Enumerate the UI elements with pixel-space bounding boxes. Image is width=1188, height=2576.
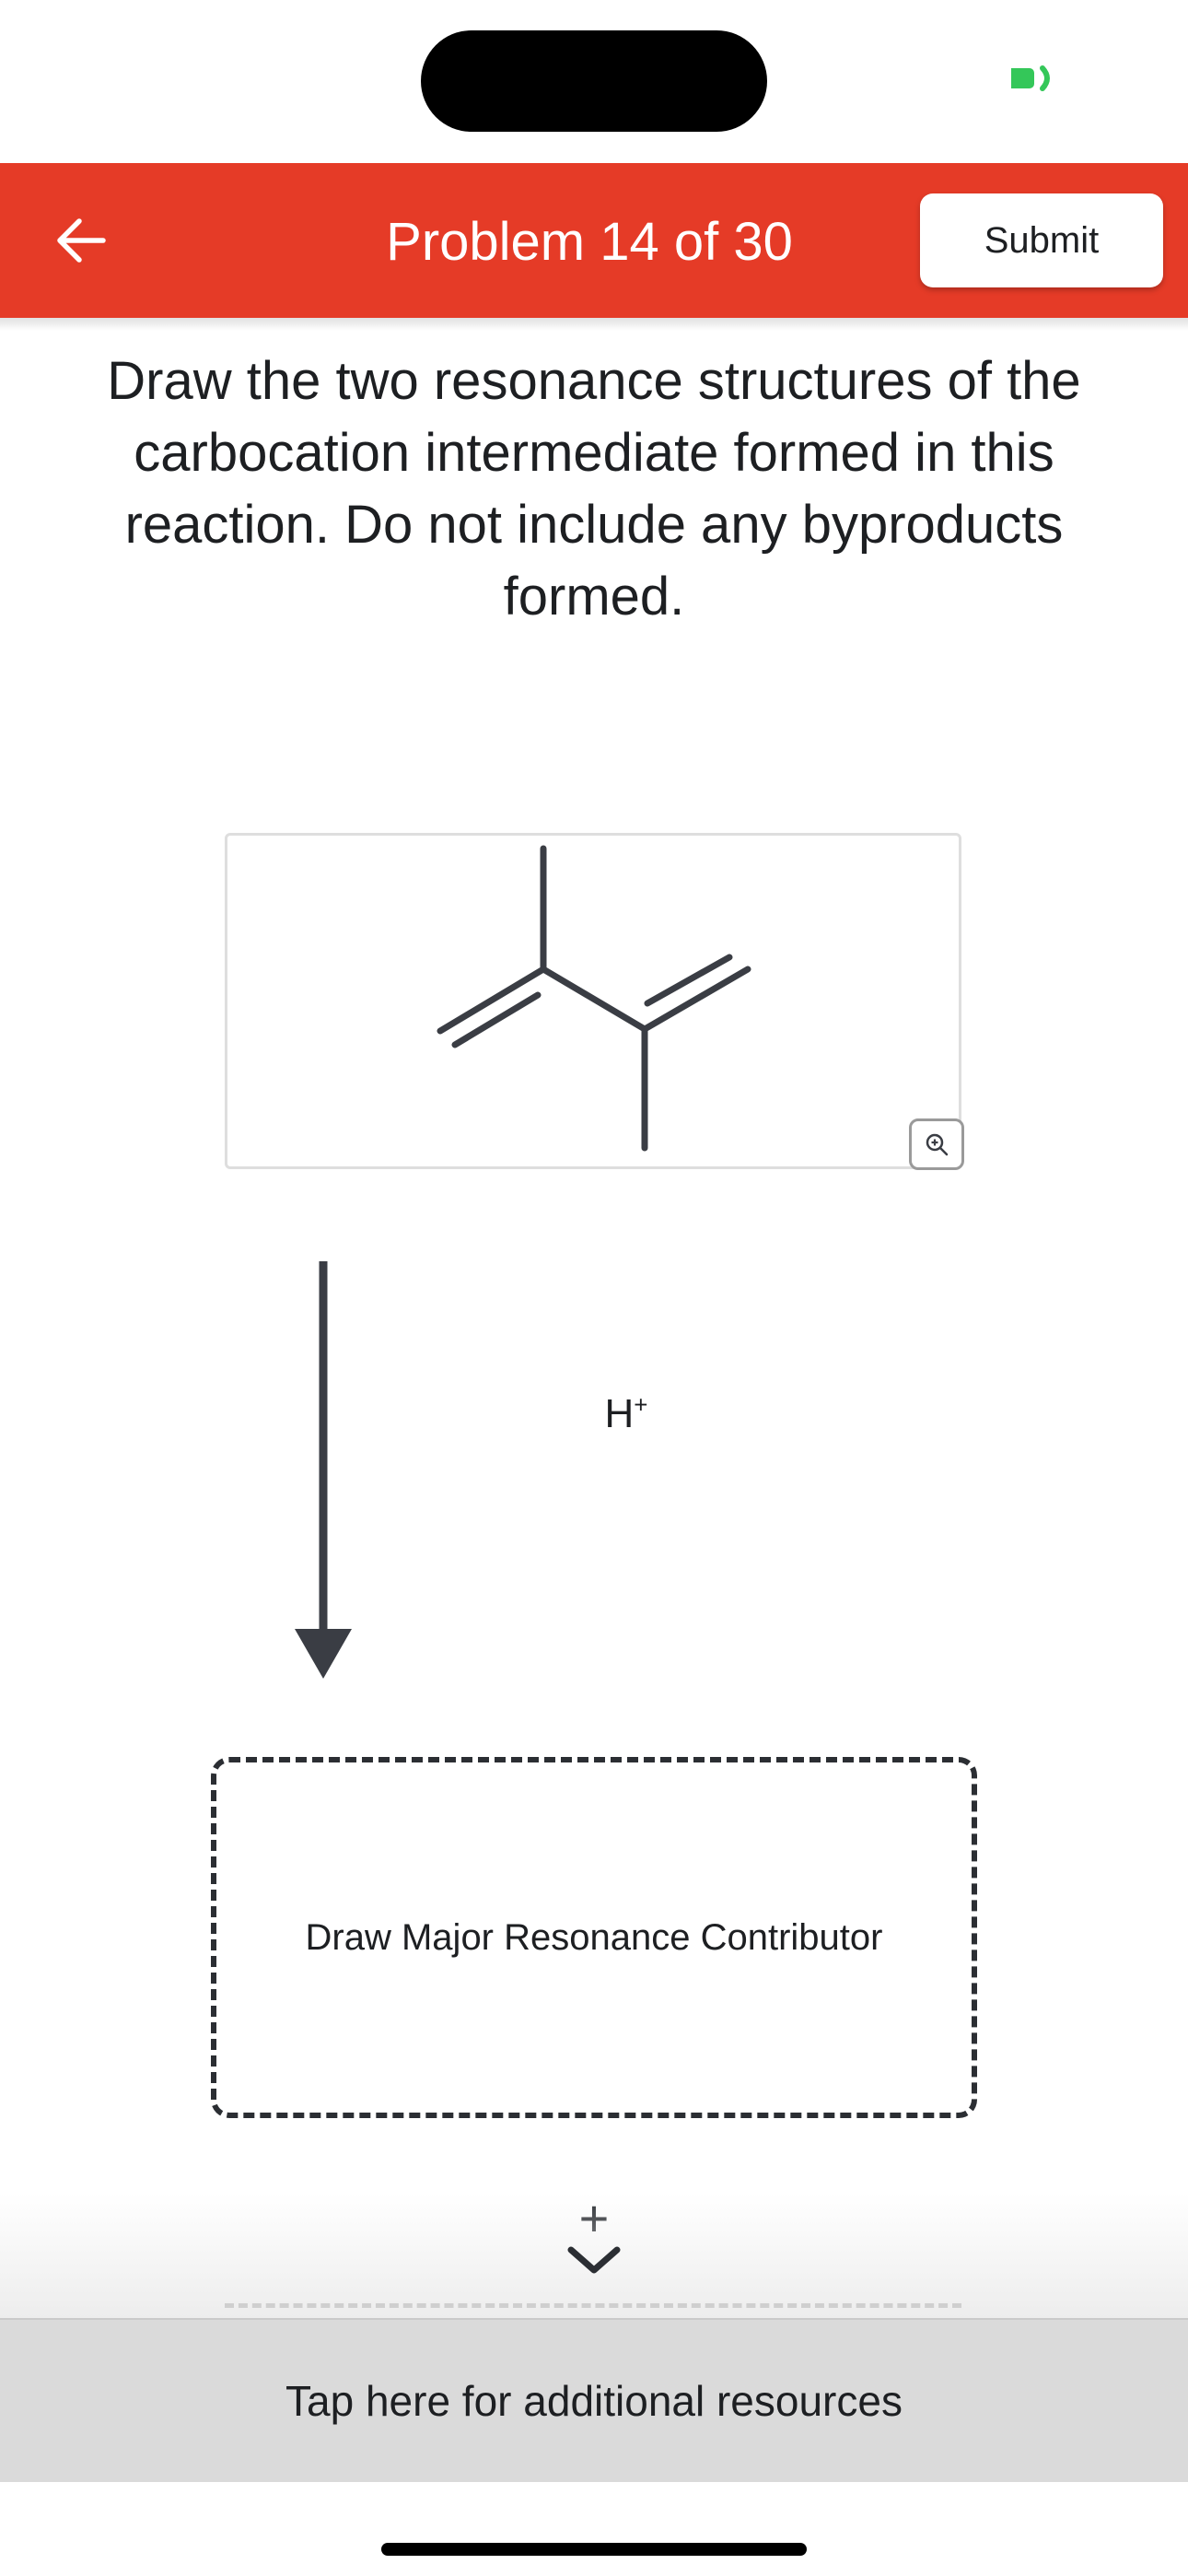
zoom-in-icon <box>926 1133 949 1156</box>
reaction-arrow-icon <box>295 1261 352 1679</box>
home-indicator[interactable] <box>381 2543 807 2556</box>
draw-area-label: Draw Major Resonance Contributor <box>305 1916 883 1958</box>
arrow-left-icon <box>57 218 106 263</box>
bond <box>540 966 648 1033</box>
camera-indicator-icon <box>1011 65 1050 91</box>
resources-label: Tap here for additional resources <box>285 2377 903 2425</box>
draw-resonance-area[interactable]: Draw Major Resonance Contributor <box>211 1757 977 2118</box>
reagent-charge: + <box>634 1390 648 1419</box>
header-shadow <box>0 318 1188 331</box>
bond <box>644 954 733 1007</box>
zoom-button[interactable] <box>909 1118 964 1170</box>
reactant-molecule <box>437 845 751 1152</box>
question-text: Draw the two resonance structures of the… <box>107 351 1081 626</box>
dynamic-island <box>421 30 767 132</box>
page-title: Problem 14 of 30 <box>386 212 793 272</box>
next-draw-area-edge <box>225 2303 961 2313</box>
chevron-down-icon[interactable] <box>564 2241 624 2281</box>
bond <box>451 991 542 1048</box>
reagent-symbol: H <box>604 1391 635 1436</box>
additional-resources-button[interactable]: Tap here for additional resources <box>0 2318 1188 2482</box>
back-button[interactable] <box>37 196 125 285</box>
reagent-label: H+ <box>553 1382 700 1446</box>
submit-button[interactable]: Submit <box>920 193 1163 287</box>
